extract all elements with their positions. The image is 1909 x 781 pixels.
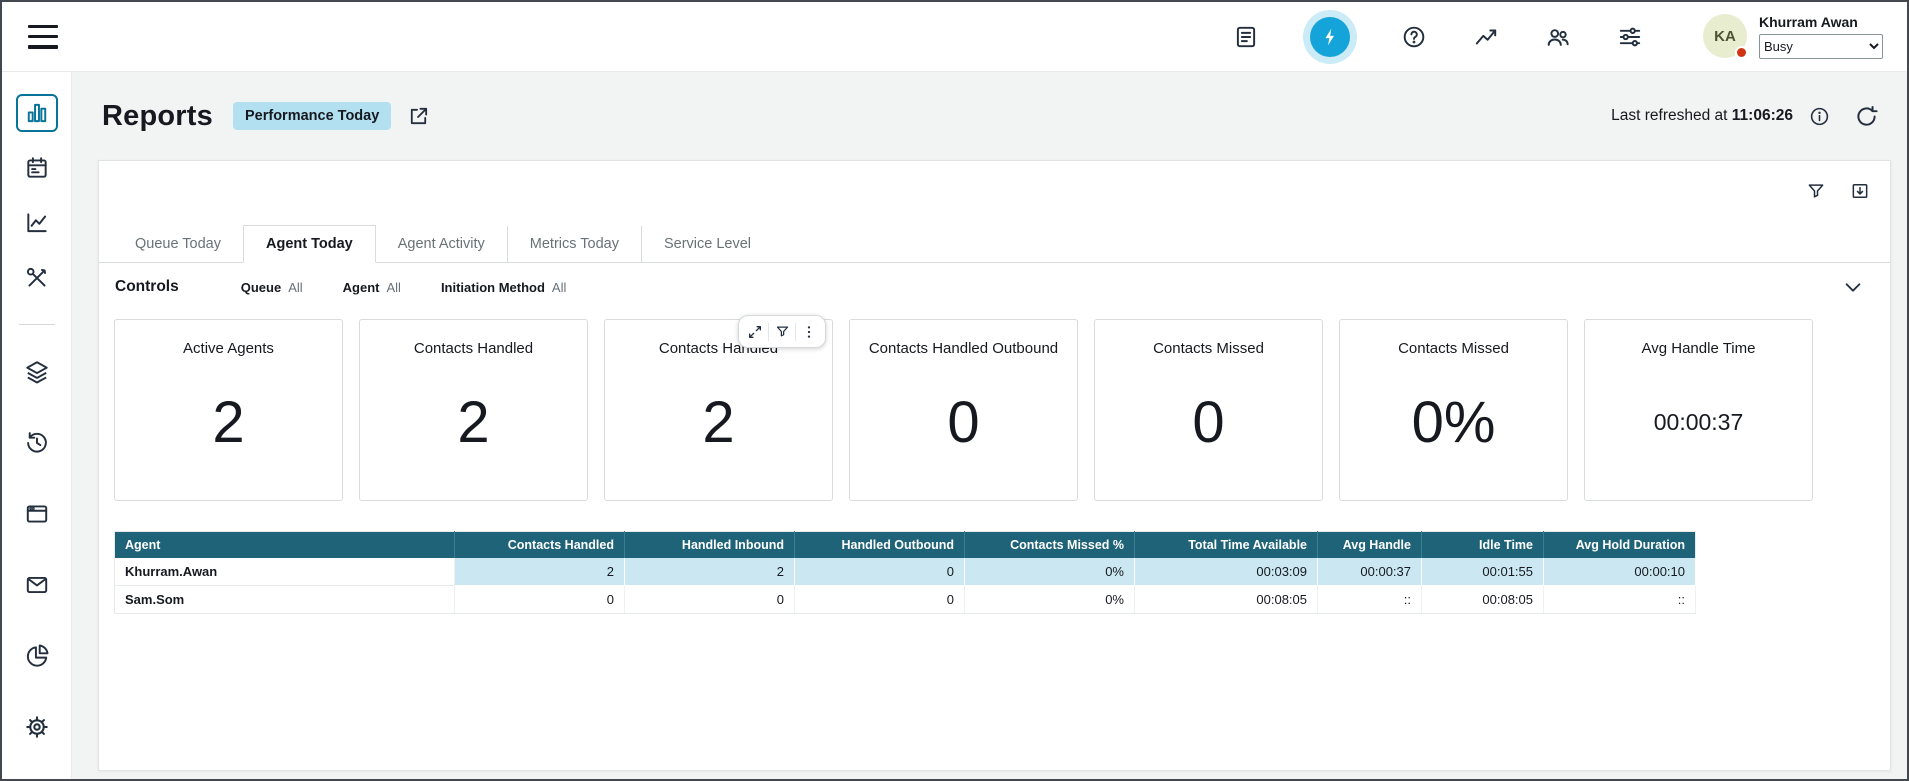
refresh-icon[interactable] — [1854, 104, 1879, 129]
filters: Queue All Agent All Initiation Method Al… — [241, 280, 567, 295]
page-head: Reports Performance Today Last refreshed… — [72, 72, 1907, 160]
col-avg-handle[interactable]: Avg Handle — [1318, 532, 1422, 559]
report-name-badge: Performance Today — [233, 102, 391, 130]
sidebar-item-mail[interactable] — [16, 566, 58, 604]
sidebar-item-tools[interactable] — [16, 259, 58, 297]
agent-table-wrap: Agent Contacts Handled Handled Inbound H… — [114, 531, 1890, 614]
sidebar-divider — [19, 324, 55, 325]
filter-initiation-method[interactable]: Initiation Method All — [441, 280, 566, 295]
main-content: Reports Performance Today Last refreshed… — [72, 72, 1907, 779]
avatar-initials: KA — [1714, 28, 1736, 45]
kpi-avg-handle-time: Avg Handle Time 00:00:37 — [1584, 319, 1813, 501]
metric-cell: 00:08:05 — [1422, 586, 1544, 614]
sidebar-item-trends[interactable] — [16, 204, 58, 242]
metric-cell: 00:00:10 — [1544, 558, 1696, 586]
tab-service-level[interactable]: Service Level — [641, 226, 773, 262]
metric-cell: 00:00:37 — [1318, 558, 1422, 586]
col-contacts-missed-pct[interactable]: Contacts Missed % — [965, 532, 1135, 559]
top-bar: KA Khurram Awan Busy — [2, 2, 1907, 72]
user-name: Khurram Awan — [1759, 14, 1883, 30]
tab-metrics-today[interactable]: Metrics Today — [507, 226, 641, 262]
metric-cell: 2 — [625, 558, 795, 586]
col-handled-outbound[interactable]: Handled Outbound — [795, 532, 965, 559]
metric-cell: 2 — [455, 558, 625, 586]
metric-cell: 0 — [795, 558, 965, 586]
col-avg-hold-duration[interactable]: Avg Hold Duration — [1544, 532, 1696, 559]
metric-cell: :: — [1544, 586, 1696, 614]
filter-icon[interactable] — [1806, 181, 1826, 201]
agent-name-cell: Khurram.Awan — [115, 558, 455, 586]
kpi-contacts-missed-pct: Contacts Missed 0% — [1339, 319, 1568, 501]
users-icon[interactable] — [1545, 24, 1571, 50]
app-window: KA Khurram Awan Busy — [0, 0, 1909, 781]
help-icon[interactable] — [1401, 24, 1427, 50]
metric-cell: 0 — [625, 586, 795, 614]
col-agent[interactable]: Agent — [115, 532, 455, 559]
metric-cell: :: — [1318, 586, 1422, 614]
report-tabs: Queue Today Agent Today Agent Activity M… — [99, 161, 1890, 263]
table-header-row: Agent Contacts Handled Handled Inbound H… — [115, 532, 1696, 559]
table-row: Khurram.Awan 2 2 0 0% 00:03:09 00:00:37 … — [115, 558, 1696, 586]
settings-sliders-icon[interactable] — [1617, 24, 1643, 50]
tab-agent-today[interactable]: Agent Today — [243, 225, 376, 263]
page-title: Reports — [102, 100, 213, 133]
controls-label: Controls — [115, 278, 179, 296]
table-row: Sam.Som 0 0 0 0% 00:08:05 :: 00:08:05 :: — [115, 586, 1696, 614]
widget-filter-icon[interactable] — [769, 319, 795, 345]
last-refreshed-time: 11:06:26 — [1732, 107, 1793, 124]
col-idle-time[interactable]: Idle Time — [1422, 532, 1544, 559]
kpi-contacts-handled-outbound: Contacts Handled Outbound 0 — [849, 319, 1078, 501]
col-contacts-handled[interactable]: Contacts Handled — [455, 532, 625, 559]
sidebar — [2, 72, 72, 779]
kpi-contacts-missed: Contacts Missed 0 — [1094, 319, 1323, 501]
col-handled-inbound[interactable]: Handled Inbound — [625, 532, 795, 559]
notes-icon[interactable] — [1233, 24, 1259, 50]
sidebar-item-pie-chart[interactable] — [16, 637, 58, 675]
hamburger-menu-icon[interactable] — [28, 25, 58, 49]
last-refreshed-text: Last refreshed at 11:06:26 — [1611, 107, 1793, 125]
info-icon[interactable] — [1809, 106, 1830, 127]
kpi-contacts-handled: Contacts Handled 2 — [359, 319, 588, 501]
kpi-row: Active Agents 2 Contacts Handled 2 Conta… — [99, 311, 1890, 501]
expand-icon[interactable] — [742, 319, 768, 345]
filter-agent[interactable]: Agent All — [343, 280, 401, 295]
metric-cell: 00:01:55 — [1422, 558, 1544, 586]
sidebar-item-window[interactable] — [16, 495, 58, 533]
controls-bar: Controls Queue All Agent All Initiation … — [99, 263, 1890, 311]
filter-queue[interactable]: Queue All — [241, 280, 303, 295]
metric-cell: 00:03:09 — [1135, 558, 1318, 586]
status-select[interactable]: Busy — [1759, 34, 1883, 59]
agent-name-cell: Sam.Som — [115, 586, 455, 614]
widget-toolbar — [738, 315, 826, 348]
busy-status-dot — [1735, 46, 1748, 59]
chevron-down-icon[interactable] — [1842, 276, 1864, 298]
download-icon[interactable] — [1850, 181, 1870, 201]
quick-actions-icon[interactable] — [1310, 17, 1350, 57]
sidebar-item-stack[interactable] — [16, 353, 58, 391]
sidebar-item-metrics[interactable] — [16, 94, 58, 132]
report-card: Queue Today Agent Today Agent Activity M… — [98, 160, 1891, 771]
metric-cell: 0 — [795, 586, 965, 614]
col-total-time-available[interactable]: Total Time Available — [1135, 532, 1318, 559]
analytics-icon[interactable] — [1473, 24, 1499, 50]
metric-cell: 00:08:05 — [1135, 586, 1318, 614]
tab-agent-activity[interactable]: Agent Activity — [376, 226, 507, 262]
topbar-actions: KA Khurram Awan Busy — [1233, 14, 1883, 59]
avatar[interactable]: KA — [1703, 14, 1747, 58]
sidebar-item-schedule[interactable] — [16, 149, 58, 187]
kpi-active-agents: Active Agents 2 — [114, 319, 343, 501]
metric-cell: 0% — [965, 558, 1135, 586]
tab-queue-today[interactable]: Queue Today — [113, 226, 243, 262]
metric-cell: 0% — [965, 586, 1135, 614]
sidebar-item-history[interactable] — [16, 424, 58, 462]
external-link-icon[interactable] — [407, 105, 430, 128]
sidebar-item-settings-gear[interactable] — [16, 708, 58, 746]
metric-cell: 0 — [455, 586, 625, 614]
kebab-menu-icon[interactable] — [796, 319, 822, 345]
card-tools — [1806, 181, 1870, 201]
agent-metrics-table: Agent Contacts Handled Handled Inbound H… — [114, 531, 1696, 614]
refresh-area: Last refreshed at 11:06:26 — [1611, 104, 1879, 129]
user-cluster: KA Khurram Awan Busy — [1703, 14, 1883, 59]
